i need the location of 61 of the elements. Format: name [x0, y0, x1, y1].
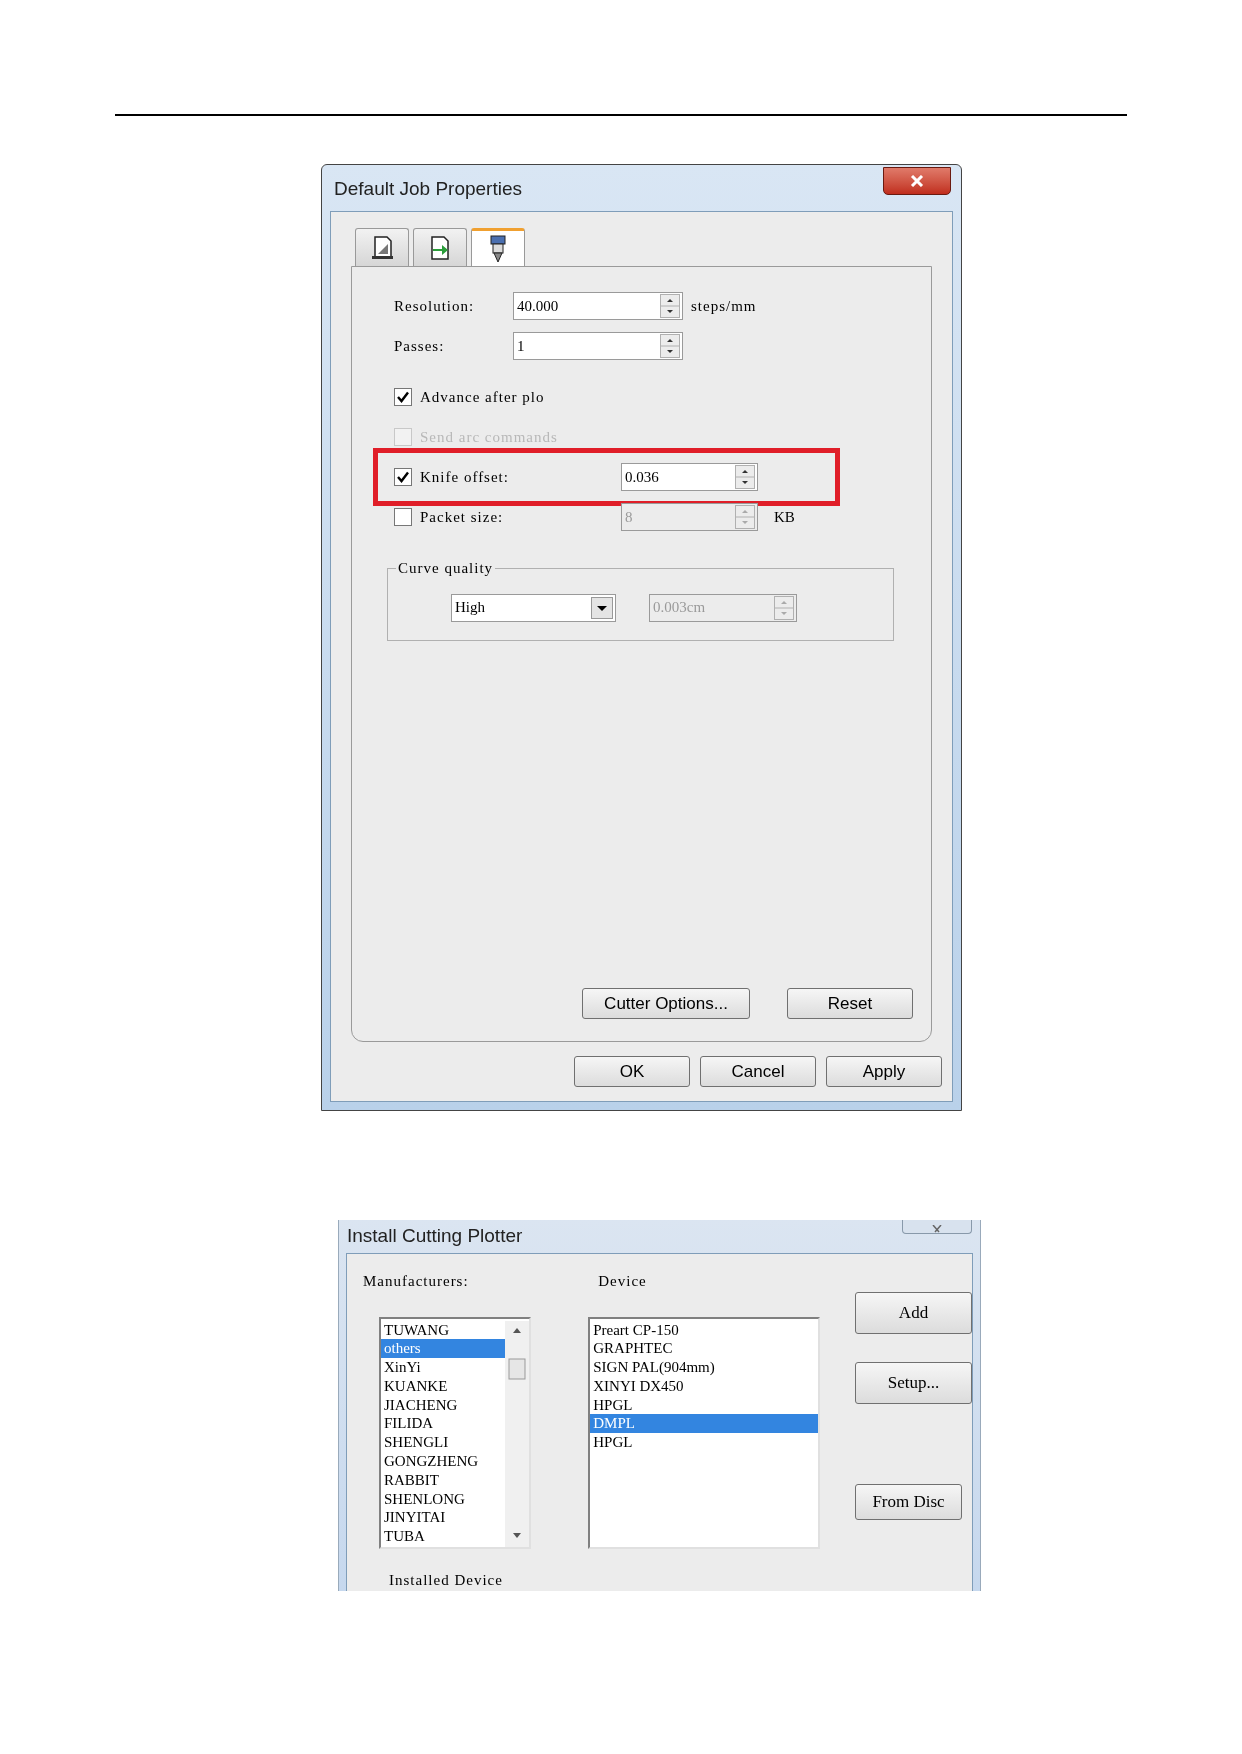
tab[interactable]	[471, 228, 525, 266]
list-item[interactable]: GRAPHTEC	[590, 1339, 819, 1359]
option-label: Packet size:	[420, 507, 505, 527]
list-item[interactable]: KUANKE	[381, 1376, 505, 1396]
list-label: Manufacturers:	[363, 1272, 470, 1291]
list-label: Device	[598, 1272, 648, 1291]
window-title: Install Cutting Plotter	[347, 1224, 523, 1248]
check-icon	[397, 391, 409, 403]
list-item[interactable]: SIGN PAL(904mm)	[590, 1358, 819, 1377]
passes-field[interactable]: 1	[513, 332, 683, 360]
list-item[interactable]: GONGZHENG	[381, 1452, 505, 1471]
check-icon	[397, 471, 409, 483]
list-item[interactable]: XINYI DX450	[590, 1376, 819, 1396]
dialog-button[interactable]: Cancel	[700, 1056, 816, 1087]
dialog-button[interactable]: Add	[855, 1292, 972, 1334]
list-item[interactable]: SHENGLI	[381, 1433, 505, 1453]
list-item[interactable]: JINYITAI	[381, 1508, 505, 1528]
close-icon	[931, 1225, 943, 1233]
list-item[interactable]: TUWANG	[381, 1320, 505, 1340]
spin-arrows-icon[interactable]	[660, 294, 680, 318]
option-label: Knife offset:	[420, 467, 510, 487]
list-item[interactable]: TUBA	[381, 1527, 505, 1547]
list-item[interactable]: others	[381, 1339, 505, 1359]
field-label: Resolution:	[394, 296, 476, 316]
dialog-button[interactable]: Reset	[787, 988, 913, 1019]
checkbox[interactable]	[394, 508, 412, 526]
dialog-button[interactable]: OK	[574, 1056, 690, 1087]
option-label: Advance after plo	[420, 387, 546, 407]
tab[interactable]	[413, 228, 467, 266]
list-item[interactable]: SHENLONG	[381, 1489, 505, 1509]
unit-label: steps/mm	[691, 296, 757, 316]
scrollbar[interactable]	[505, 1320, 529, 1547]
list-item[interactable]: XinYi	[381, 1358, 505, 1377]
dialog-button[interactable]: Cutter Options...	[582, 988, 750, 1019]
list-item[interactable]: DMPL	[590, 1414, 819, 1434]
section-label: Installed Device	[389, 1570, 504, 1590]
list-item[interactable]: JIACHENG	[381, 1395, 505, 1415]
list-item[interactable]: HPGL	[590, 1433, 819, 1453]
dialog-button[interactable]: Apply	[826, 1056, 942, 1087]
quality-dropdown[interactable]: High	[451, 593, 616, 622]
close-icon	[910, 175, 924, 187]
group-title: Curve quality	[397, 559, 495, 578]
knife-holder-icon	[487, 234, 509, 263]
resolution-field[interactable]: 40.000	[513, 292, 683, 320]
dialog-button[interactable]: From Disc	[855, 1484, 962, 1520]
spin-arrows-icon[interactable]	[735, 465, 755, 489]
list-item[interactable]: FILIDA	[381, 1414, 505, 1434]
field-label: Passes:	[394, 336, 446, 356]
list-item[interactable]: RABBIT	[381, 1470, 505, 1490]
spin-arrows-icon[interactable]	[660, 334, 680, 358]
dialog-button[interactable]: Setup...	[855, 1362, 972, 1404]
page-icon	[369, 234, 395, 261]
unit-label: KB	[774, 507, 795, 527]
value-field[interactable]: 0.036	[621, 463, 758, 491]
close-button[interactable]	[883, 167, 951, 195]
list-item[interactable]: Preart CP-150	[590, 1320, 819, 1340]
checkbox[interactable]	[394, 468, 412, 486]
checkbox[interactable]	[394, 388, 412, 406]
list-item[interactable]: HPGL	[590, 1395, 819, 1415]
tab[interactable]	[355, 228, 409, 266]
window-title: Default Job Properties	[334, 177, 522, 201]
